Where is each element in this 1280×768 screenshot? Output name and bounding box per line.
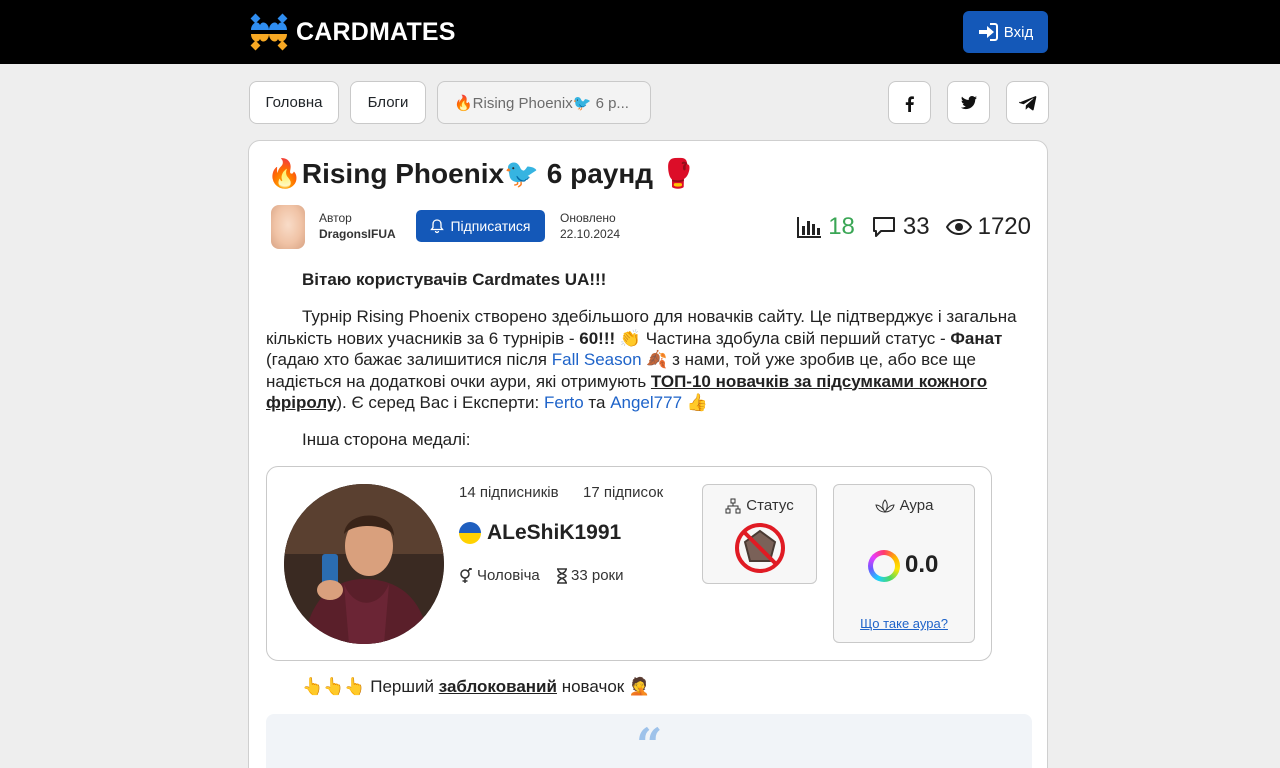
status-card[interactable]: Статус <box>702 484 817 584</box>
para1-text2: 👏 Частина здобула свій перший статус - <box>615 328 951 348</box>
comments-stat[interactable]: 33 <box>871 213 930 241</box>
aura-ring-icon <box>868 550 900 582</box>
para1-count: 60!!! <box>579 328 616 348</box>
para3-text2: новачок 🤦 <box>556 677 651 696</box>
follow-label: Підписатися <box>450 218 531 234</box>
other-side-text: Інша сторона медалі: <box>302 430 471 449</box>
share-facebook-button[interactable] <box>888 81 931 124</box>
para1-text3: (гадаю хто бажає залишитися після <box>266 350 552 369</box>
bell-icon <box>430 218 445 233</box>
fall-season-link[interactable]: Fall Season <box>552 350 642 369</box>
login-label: Вхід <box>1003 23 1034 41</box>
first-blocked-paragraph: 👆👆👆 Перший заблокований новачок 🤦 <box>266 676 1036 698</box>
profile-photo[interactable] <box>284 484 444 644</box>
status-header: Статус <box>703 497 816 514</box>
updated-info: Оновлено 22.10.2024 <box>560 210 620 242</box>
share-twitter-button[interactable] <box>947 81 990 124</box>
breadcrumb-current: 🔥Rising Phoenix🐦 6 р... <box>437 81 651 124</box>
status-label: Статус <box>746 497 794 514</box>
updated-label: Оновлено <box>560 211 616 225</box>
aura-card: Аура 0.0 Що таке аура? <box>833 484 975 643</box>
post-title: 🔥Rising Phoenix🐦 6 раунд 🥊 <box>267 158 696 189</box>
facebook-icon <box>905 95 914 112</box>
profile-photo-image <box>284 484 444 644</box>
profile-username[interactable]: ALeShiK1991 <box>487 521 621 545</box>
hourglass-icon <box>557 567 567 584</box>
author-info: Автор DragonsIFUA <box>319 210 396 242</box>
bar-chart-icon <box>797 217 822 238</box>
updated-date: 22.10.2024 <box>560 227 621 241</box>
breadcrumb-home[interactable]: Головна <box>249 81 339 124</box>
comment-icon <box>872 217 895 237</box>
post-stats: 18 33 1720 <box>796 213 1031 241</box>
greeting-text: Вітаю користувачів Cardmates UA!!! <box>302 270 607 289</box>
top-navbar: CARDMATES Вхід <box>0 0 1280 64</box>
eye-icon <box>945 218 972 236</box>
gender-icon <box>460 567 472 583</box>
no-status-icon <box>735 523 785 573</box>
gender-value: Чоловіча <box>477 567 540 584</box>
author-label: Автор <box>319 211 352 225</box>
intro-paragraph: Турнір Rising Phoenix створено здебільшо… <box>266 306 1036 414</box>
expert-link-ferto[interactable]: Ferto <box>544 393 584 412</box>
user-profile-card: 14 підписників 17 підписок ALeShiK1991 Ч… <box>266 466 992 661</box>
telegram-icon <box>1018 95 1036 110</box>
para1-text5: ). Є серед Вас і Експерти: <box>336 393 544 412</box>
age-value: 33 роки <box>571 567 624 584</box>
para1-text6: та <box>583 393 611 412</box>
login-button[interactable]: Вхід <box>963 11 1048 53</box>
author-avatar[interactable] <box>271 205 305 249</box>
follow-button[interactable]: Підписатися <box>416 210 545 242</box>
cardmates-logo-icon <box>250 13 288 51</box>
age-info: 33 роки <box>556 567 623 584</box>
ukraine-flag-icon <box>459 522 481 544</box>
breadcrumb-blogs[interactable]: Блоги <box>350 81 426 124</box>
aura-label: Аура <box>899 497 934 514</box>
post-card: 🔥Rising Phoenix🐦 6 раунд 🥊 Автор Dragons… <box>248 140 1048 768</box>
views-count: 1720 <box>977 213 1031 240</box>
quote-mark-icon: “ <box>636 718 663 768</box>
following-count[interactable]: 17 підписок <box>583 484 663 501</box>
expert-link-angel[interactable]: Angel777 <box>610 393 682 412</box>
brand-name: CARDMATES <box>296 17 456 46</box>
rating-count: 18 <box>828 213 855 240</box>
blocked-link[interactable]: заблокований <box>439 677 557 696</box>
views-stat: 1720 <box>945 213 1031 241</box>
login-icon <box>978 23 998 41</box>
what-is-aura-link[interactable]: Що таке аура? <box>834 616 974 631</box>
comments-count: 33 <box>902 213 930 240</box>
hierarchy-icon <box>725 498 741 513</box>
para1-status: Фанат <box>950 328 1003 348</box>
twitter-icon <box>960 95 977 109</box>
para1-text7: 👍 <box>682 393 708 412</box>
profile-name-row: ALeShiK1991 <box>459 521 621 545</box>
lotus-icon <box>874 498 895 513</box>
author-name[interactable]: DragonsIFUA <box>319 226 396 242</box>
brand-logo[interactable]: CARDMATES <box>248 11 456 53</box>
followers-count[interactable]: 14 підписників <box>459 484 559 501</box>
para3-text1: 👆👆👆 Перший <box>302 677 439 696</box>
quote-block: “ <box>266 714 1032 768</box>
share-telegram-button[interactable] <box>1006 81 1049 124</box>
gender-info: Чоловіча <box>459 567 540 584</box>
rating-stat[interactable]: 18 <box>796 213 855 241</box>
aura-value: 0.0 <box>905 551 939 578</box>
aura-header: Аура <box>834 497 974 514</box>
